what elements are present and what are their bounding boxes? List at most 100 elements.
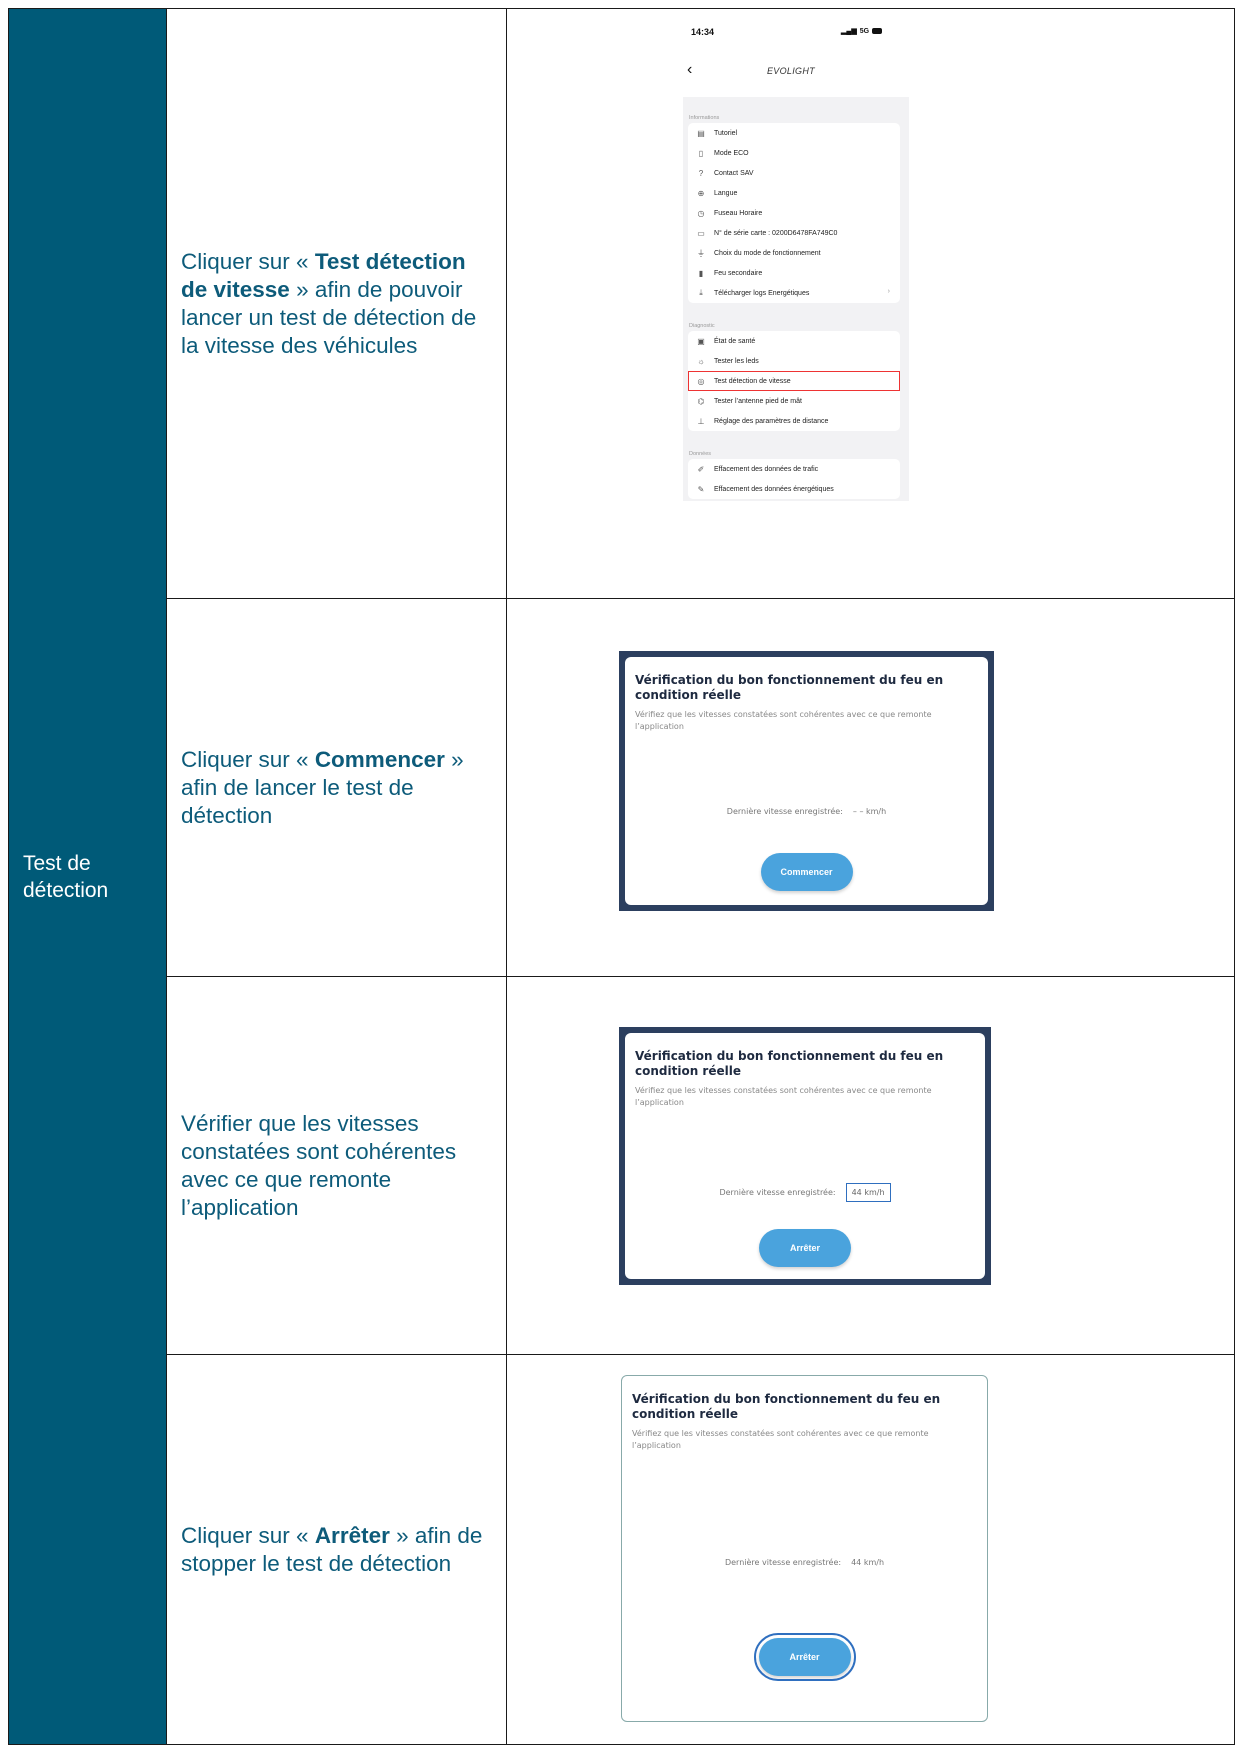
distance-icon: ⊥ [697, 416, 705, 426]
settings-item[interactable]: ✐ Effacement des données de trafic [688, 459, 900, 479]
battery-icon: ▯ [698, 148, 704, 158]
settings-item[interactable]: ☼ Tester les leds [688, 351, 900, 371]
settings-item-label: Langue [714, 189, 738, 197]
settings-group-title: Informations [689, 115, 720, 121]
chevron-right-icon: › [887, 288, 890, 295]
dialog-screenshot-cell: Vérification du bon fonctionnement du fe… [506, 976, 1235, 1355]
erase-icon: ✐ [697, 464, 705, 474]
step-instruction-4: Cliquer sur « Arrêter » afin de stopper … [166, 1354, 507, 1745]
settings-item-label: Tester les leds [714, 357, 759, 365]
settings-item-label: Feu secondaire [714, 269, 763, 277]
nav-bar: ‹ EVOLIGHT [683, 61, 913, 85]
settings-group: ✐ Effacement des données de trafic ✎ Efface… [688, 459, 900, 499]
section-label: Test de détection [8, 8, 167, 1745]
settings-group-title: Diagnostic [689, 323, 715, 329]
table-row: Cliquer sur « Arrêter » afin de stopper … [9, 1354, 1235, 1745]
globe-icon: ⊕ [697, 188, 705, 198]
settings-item-label: N° de série carte : 0200D6478FA749C0 [714, 229, 838, 237]
settings-item[interactable]: ▣ État de santé [688, 331, 900, 351]
stop-button[interactable]: Arrêter [759, 1229, 851, 1267]
speed-label: Dernière vitesse enregistrée: [724, 1558, 842, 1567]
step-instruction-2: Cliquer sur « Commencer » afin de lancer… [166, 598, 507, 977]
settings-item[interactable]: ⊥ Réglage des paramètres de distance [688, 411, 900, 431]
speed-value: 44 km/h [851, 1558, 885, 1567]
settings-item-label: Choix du mode de fonctionnement [714, 249, 821, 257]
step-instruction-3: Vérifier que les vitesses constatées son… [166, 976, 507, 1355]
speed-label: Dernière vitesse enregistrée: [726, 807, 843, 816]
speed-readout: Dernière vitesse enregistrée: – – km/h [625, 807, 988, 816]
app-title: EVOLIGHT [767, 66, 815, 76]
settings-item[interactable]: ⌬ Tester l’antenne pied de mât [688, 391, 900, 411]
battery-icon [872, 28, 883, 34]
dialog-screenshot-cell: Vérification du bon fonctionnement du fe… [506, 598, 1235, 977]
book-icon: ▤ [697, 128, 705, 138]
speed-value: – – km/h [852, 807, 887, 816]
health-icon: ▣ [697, 336, 705, 346]
settings-group: ▣ État de santé ☼ Tester les leds ◎ Test déte… [688, 331, 900, 431]
settings-item-label: Tester l’antenne pied de mât [714, 397, 802, 405]
stop-button[interactable]: Arrêter [753, 1633, 856, 1681]
settings-item[interactable]: ⊕ Langue [688, 183, 900, 203]
dialog-title: Vérification du bon fonctionnement du fe… [635, 673, 944, 702]
download-icon: ⤓ [699, 288, 703, 297]
settings-item-label: Tutoriel [714, 129, 738, 137]
signal-icon: ▂▄▆ [841, 28, 857, 35]
table-row: Test de détection Cliquer sur « Test dét… [8, 8, 1235, 1745]
plug-icon: ⏚ [697, 248, 705, 258]
speed-readout: Dernière vitesse enregistrée: 44 km/h [625, 1183, 985, 1202]
laptop-icon: ▭ [697, 228, 705, 238]
settings-item[interactable]: ◎ Test détection de vitesse [688, 371, 900, 391]
dialog-screenshot: Vérification du bon fonctionnement du fe… [617, 1371, 992, 1726]
status-indicators: ▂▄▆ 5G [841, 27, 883, 35]
settings-item-label: Réglage des paramètres de distance [714, 417, 829, 425]
status-time: 14:34 [691, 27, 715, 37]
settings-item-label: Contact SAV [714, 169, 754, 177]
procedure-table: Test de détection Cliquer sur « Test dét… [8, 8, 1235, 1745]
settings-item[interactable]: ◷ Fuseau Horaire [688, 203, 900, 223]
settings-item[interactable]: ⤓ Télécharger logs Energétiques › [688, 283, 900, 303]
speed-label: Dernière vitesse enregistrée: [719, 1188, 836, 1197]
speed-readout: Dernière vitesse enregistrée: 44 km/h [622, 1558, 987, 1567]
dialog-description: Vérifiez que les vitesses constatées son… [635, 1086, 932, 1107]
settings-group: ▤ Tutoriel ▯ Mode ECO? Contact SAV ⊕ Langue ◷ Fu… [688, 123, 900, 303]
phone-screenshot-cell: 14:34 ▂▄▆ 5G ‹ EVOLIGHT Informations ▤ Tut… [506, 8, 1235, 599]
start-button[interactable]: Commencer [760, 853, 853, 891]
settings-item-label: Fuseau Horaire [714, 209, 763, 217]
settings-item-label: Effacement des données énergétiques [714, 485, 834, 493]
settings-group-title: Données [689, 451, 712, 457]
clock-icon: ◷ [697, 208, 705, 218]
status-bar: 14:34 ▂▄▆ 5G [683, 25, 913, 43]
network-label: 5G [859, 27, 870, 35]
settings-item-label: Télécharger logs Energétiques [714, 289, 810, 297]
step-keyword: Arrêter [314, 1522, 390, 1548]
erase-energy-icon: ✎ [697, 484, 705, 494]
dialog-card: Vérification du bon fonctionnement du fe… [621, 1375, 988, 1722]
dialog-screenshot: Vérification du bon fonctionnement du fe… [619, 651, 994, 911]
traffic-light-icon: ▮ [698, 268, 704, 278]
help-icon: ? [698, 168, 704, 178]
dialog-card: Vérification du bon fonctionnement du fe… [625, 1033, 985, 1279]
antenna-icon: ⌬ [697, 396, 705, 406]
settings-item[interactable]: ▤ Tutoriel [688, 123, 900, 143]
settings-item[interactable]: ▭ N° de série carte : 0200D6478FA749C0 [688, 223, 900, 243]
dialog-screenshot-cell: Vérification du bon fonctionnement du fe… [506, 1354, 1235, 1745]
dialog-title: Vérification du bon fonctionnement du fe… [635, 1049, 944, 1078]
settings-item[interactable]: ? Contact SAV [688, 163, 900, 183]
settings-item-label: État de santé [714, 337, 756, 345]
settings-item[interactable]: ⏚ Choix du mode de fonctionnement [688, 243, 900, 263]
settings-item[interactable]: ▯ Mode ECO [688, 143, 900, 163]
settings-item-label: Mode ECO [714, 149, 749, 157]
phone-screenshot: 14:34 ▂▄▆ 5G ‹ EVOLIGHT Informations ▤ Tut… [683, 11, 913, 501]
dialog-title: Vérification du bon fonctionnement du fe… [632, 1392, 941, 1421]
settings-item[interactable]: ▮ Feu secondaire [688, 263, 900, 283]
radar-icon: ◎ [697, 376, 705, 386]
step-keyword: Commencer [314, 746, 445, 772]
dialog-card: Vérification du bon fonctionnement du fe… [625, 657, 988, 905]
table-row: Vérifier que les vitesses constatées son… [9, 976, 1235, 1355]
settings-item[interactable]: ✎ Effacement des données énergétiques [688, 479, 900, 499]
speed-value: 44 km/h [845, 1183, 891, 1202]
back-chevron-icon[interactable]: ‹ [687, 61, 692, 79]
settings-item-label: Effacement des données de trafic [714, 465, 819, 473]
dialog-description: Vérifiez que les vitesses constatées son… [632, 1429, 929, 1450]
sun-icon: ☼ [697, 356, 705, 366]
